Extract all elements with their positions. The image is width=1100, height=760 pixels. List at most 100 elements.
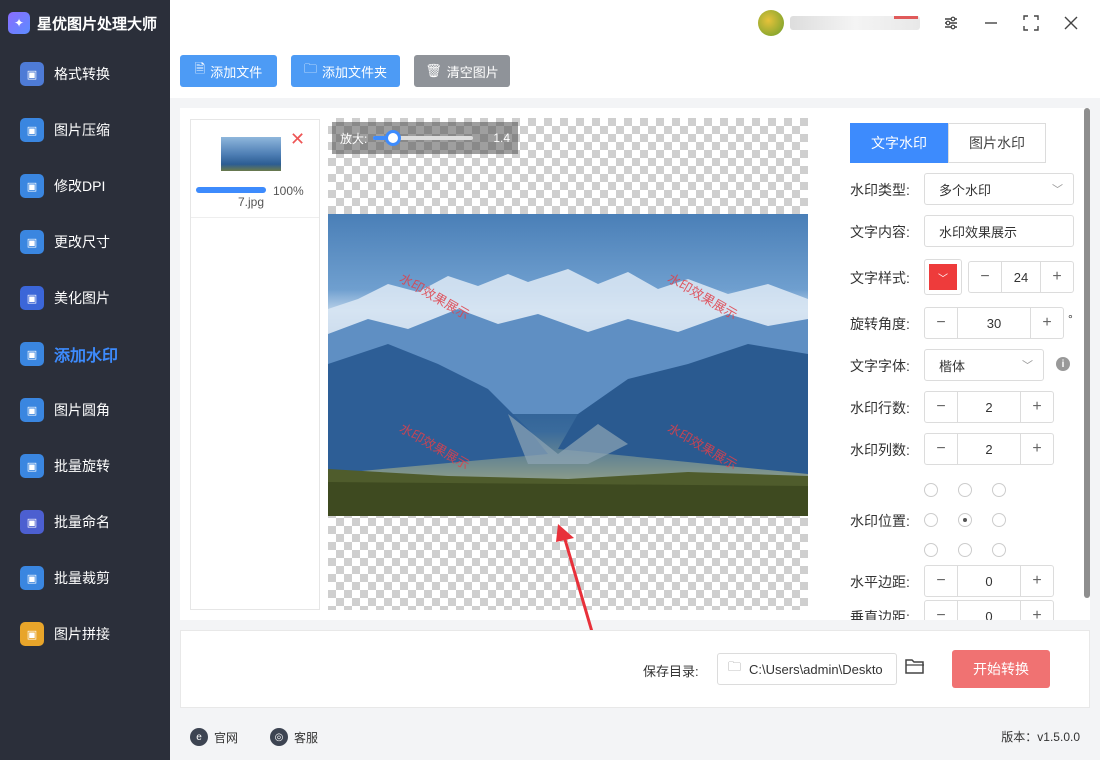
folder-icon: 🗀 [303, 61, 317, 76]
increment-button[interactable]: + [1031, 308, 1063, 338]
chevron-down-icon: ﹀ [1052, 184, 1063, 196]
zoom-control: 放大: 1.4 [332, 122, 518, 154]
sidebar-item-label: 添加水印 [54, 348, 119, 365]
angle-stepper[interactable]: − 30 + [924, 307, 1064, 339]
decrement-button[interactable]: − [969, 262, 1001, 292]
position-radio-bottom-center[interactable] [958, 543, 972, 557]
settings-scrollbar[interactable] [1084, 108, 1090, 598]
cols-stepper[interactable]: − 2 + [924, 433, 1054, 465]
clear-images-label: 清空图片 [446, 64, 499, 80]
decrement-button[interactable]: − [925, 601, 957, 620]
sidebar-item-resize[interactable]: ▣ 更改尺寸 [0, 214, 170, 270]
position-radio-bottom-right[interactable] [992, 543, 1006, 557]
position-radio-top-center[interactable] [958, 483, 972, 497]
v-margin-value[interactable]: 0 [957, 601, 1021, 620]
sidebar-item-label: 修改DPI [54, 178, 106, 194]
watermark-type-select[interactable]: 多个水印 ﹀ [924, 173, 1074, 205]
chevron-down-icon: ﹀ [929, 264, 957, 290]
sidebar-item-label: 更改尺寸 [54, 234, 110, 250]
position-radio-middle-right[interactable] [992, 513, 1006, 527]
globe-icon: e [190, 728, 208, 746]
browse-folder-icon[interactable] [905, 657, 925, 680]
increment-button[interactable]: + [1021, 601, 1053, 620]
position-radio-middle-left[interactable] [924, 513, 938, 527]
angle-value[interactable]: 30 [957, 308, 1031, 338]
sidebar-item-rename[interactable]: ▣ 批量命名 [0, 494, 170, 550]
file-list: ✕ 100% 7.jpg [190, 119, 320, 610]
decrement-button[interactable]: − [925, 566, 957, 596]
maximize-icon[interactable] [1020, 12, 1042, 34]
footer: e 官网 ◎ 客服 版本：v1.5.0.0 [170, 712, 1100, 760]
font-family-select[interactable]: 楷体 ﹀ [924, 349, 1044, 381]
position-radio-top-left[interactable] [924, 483, 938, 497]
position-radio-center[interactable] [958, 513, 972, 527]
rows-value[interactable]: 2 [957, 392, 1021, 422]
increment-button[interactable]: + [1021, 392, 1053, 422]
add-file-label: 添加文件 [210, 64, 263, 80]
increment-button[interactable]: + [1021, 566, 1053, 596]
sidebar-item-compress[interactable]: ▣ 图片压缩 [0, 102, 170, 158]
content-label: 文字内容: [850, 224, 910, 240]
sidebar-item-format[interactable]: ▣ 格式转换 [0, 46, 170, 102]
add-folder-button[interactable]: 🗀 添加文件夹 [291, 55, 400, 87]
rows-stepper[interactable]: − 2 + [924, 391, 1054, 423]
progress-bar [196, 187, 266, 193]
crop-icon: ▣ [20, 566, 44, 590]
sidebar-item-crop[interactable]: ▣ 批量裁剪 [0, 550, 170, 606]
decrement-button[interactable]: − [925, 392, 957, 422]
watermark-tabs: 文字水印 图片水印 [850, 123, 1046, 163]
vip-badge [894, 16, 918, 19]
font-label: 文字字体: [850, 358, 910, 374]
sidebar-item-rotate[interactable]: ▣ 批量旋转 [0, 438, 170, 494]
increment-button[interactable]: + [1021, 434, 1053, 464]
website-link[interactable]: e 官网 [190, 728, 238, 746]
type-label: 水印类型: [850, 182, 910, 198]
add-file-button[interactable]: 🗎 添加文件 [180, 55, 277, 87]
font-size-value[interactable]: 24 [1001, 262, 1041, 292]
increment-button[interactable]: + [1041, 262, 1073, 292]
minimize-icon[interactable] [980, 12, 1002, 34]
scrollbar-thumb[interactable] [1084, 108, 1090, 598]
h-margin-value[interactable]: 0 [957, 566, 1021, 596]
clear-images-button[interactable]: 🗑 清空图片 [414, 55, 510, 87]
save-path-value: C:\Users\admin\Deskto [749, 661, 883, 677]
font-size-stepper[interactable]: − 24 + [968, 261, 1074, 293]
rename-icon: ▣ [20, 510, 44, 534]
folder-icon: 🗀 [728, 659, 742, 674]
tab-image-watermark[interactable]: 图片水印 [948, 123, 1046, 163]
sidebar-item-label: 格式转换 [54, 66, 110, 82]
dpi-icon: ▣ [20, 174, 44, 198]
decrement-button[interactable]: − [925, 308, 957, 338]
save-bar: 保存目录: 🗀 C:\Users\admin\Deskto 开始转换 [180, 630, 1090, 708]
user-avatar[interactable] [758, 10, 784, 36]
color-picker[interactable]: ﹀ [924, 259, 962, 295]
close-icon[interactable] [1060, 12, 1082, 34]
file-item[interactable]: ✕ 100% 7.jpg [191, 120, 319, 218]
info-icon[interactable]: i [1056, 357, 1070, 371]
cols-value[interactable]: 2 [957, 434, 1021, 464]
start-convert-button[interactable]: 开始转换 [952, 650, 1050, 688]
zoom-handle[interactable] [385, 130, 402, 146]
watermark-text-input[interactable] [924, 215, 1074, 247]
sidebar-item-collage[interactable]: ▣ 图片拼接 [0, 606, 170, 662]
sidebar-item-dpi[interactable]: ▣ 修改DPI [0, 158, 170, 214]
position-radio-bottom-left[interactable] [924, 543, 938, 557]
sidebar-item-beautify[interactable]: ▣ 美化图片 [0, 270, 170, 326]
sidebar-item-watermark[interactable]: ▣ 添加水印 [0, 326, 170, 382]
sidebar-item-label: 批量命名 [54, 514, 110, 530]
main-area: 🗎 添加文件 🗀 添加文件夹 🗑 清空图片 ✕ 100% 7.jpg 放大: 1… [170, 0, 1100, 760]
app-logo-icon: ✦ [8, 12, 30, 34]
remove-file-icon[interactable]: ✕ [290, 129, 305, 150]
decrement-button[interactable]: − [925, 434, 957, 464]
position-radio-top-right[interactable] [992, 483, 1006, 497]
sidebar-item-round-corner[interactable]: ▣ 图片圆角 [0, 382, 170, 438]
save-dir-label: 保存目录: [643, 664, 699, 679]
save-path-field[interactable]: 🗀 C:\Users\admin\Deskto [717, 653, 897, 685]
v-margin-stepper[interactable]: − 0 + [924, 600, 1054, 620]
support-link[interactable]: ◎ 客服 [270, 728, 318, 746]
zoom-slider[interactable] [373, 130, 474, 146]
app-title: 星优图片处理大师 [37, 15, 158, 33]
tab-text-watermark[interactable]: 文字水印 [850, 123, 948, 163]
settings-sliders-icon[interactable] [940, 12, 962, 34]
h-margin-stepper[interactable]: − 0 + [924, 565, 1054, 597]
